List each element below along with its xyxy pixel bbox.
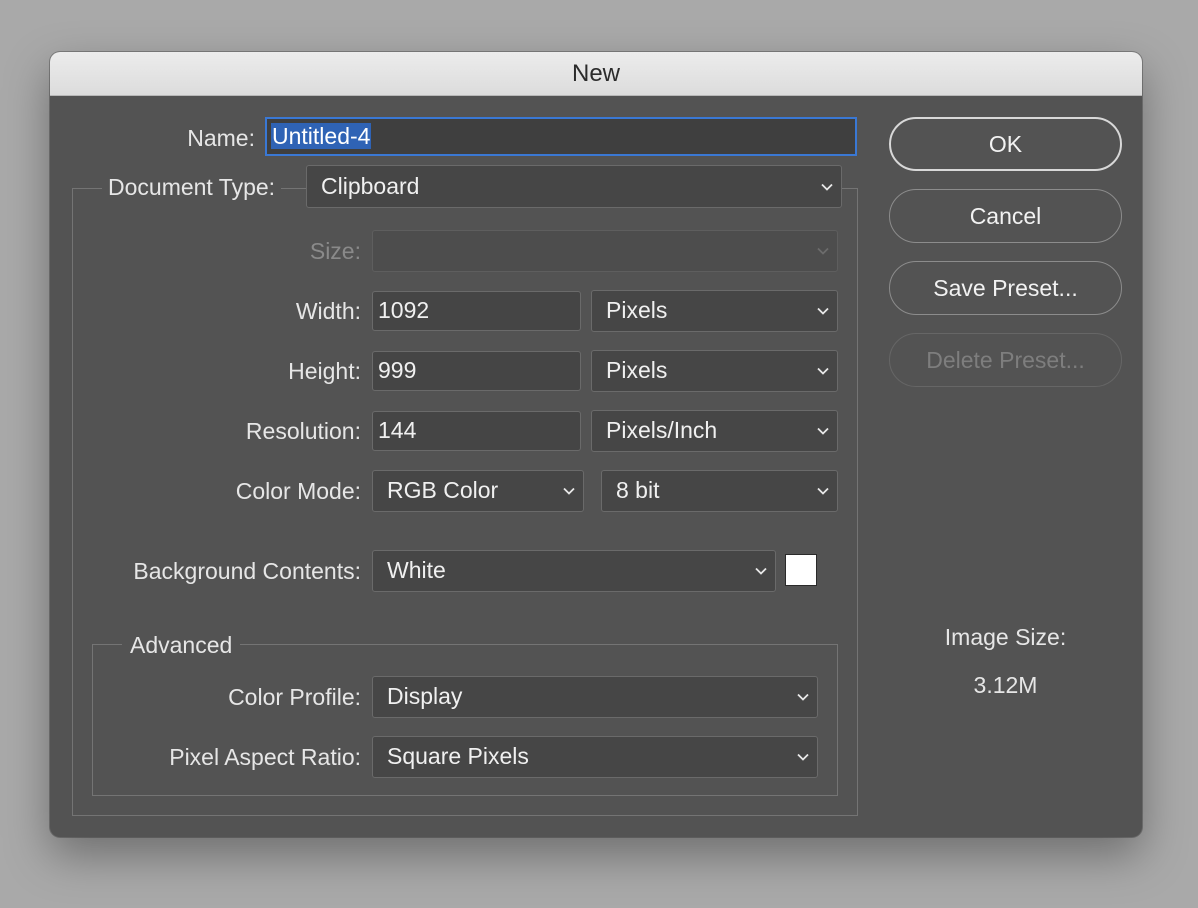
height-unit-value: Pixels [606, 357, 668, 383]
chevron-down-icon [795, 689, 811, 705]
chevron-down-icon [815, 483, 831, 499]
resolution-input[interactable]: 144 [372, 411, 581, 451]
ok-button[interactable]: OK [889, 117, 1122, 171]
bit-depth-select[interactable]: 8 bit [601, 470, 838, 512]
size-select [372, 230, 838, 272]
chevron-down-icon [815, 363, 831, 379]
width-label: Width: [295, 298, 361, 324]
color-mode-label: Color Mode: [235, 478, 361, 504]
background-contents-value: White [387, 557, 446, 583]
name-label: Name: [187, 125, 255, 151]
chevron-down-icon [815, 243, 831, 259]
advanced-title: Advanced [122, 630, 241, 660]
color-profile-label: Color Profile: [228, 684, 361, 710]
chevron-down-icon [819, 179, 835, 195]
bit-depth-value: 8 bit [616, 477, 660, 503]
color-mode-select[interactable]: RGB Color [372, 470, 584, 512]
document-type-select[interactable]: Clipboard [306, 165, 842, 208]
image-size-label: Image Size: [944, 624, 1067, 650]
save-preset-button[interactable]: Save Preset... [889, 261, 1122, 315]
width-unit-select[interactable]: Pixels [591, 290, 838, 332]
chevron-down-icon [815, 423, 831, 439]
pixel-aspect-ratio-select[interactable]: Square Pixels [372, 736, 818, 778]
resolution-label: Resolution: [245, 418, 361, 444]
height-input[interactable]: 999 [372, 351, 581, 391]
chevron-down-icon [561, 483, 577, 499]
color-profile-select[interactable]: Display [372, 676, 818, 718]
color-profile-value: Display [387, 683, 463, 709]
document-type-value: Clipboard [321, 173, 420, 199]
height-unit-select[interactable]: Pixels [591, 350, 838, 392]
resolution-unit-value: Pixels/Inch [606, 417, 718, 443]
pixel-aspect-ratio-value: Square Pixels [387, 743, 529, 769]
pixel-aspect-ratio-label: Pixel Aspect Ratio: [169, 744, 361, 770]
chevron-down-icon [795, 749, 811, 765]
background-color-swatch[interactable] [785, 554, 817, 586]
background-contents-select[interactable]: White [372, 550, 776, 592]
chevron-down-icon [815, 303, 831, 319]
resolution-unit-select[interactable]: Pixels/Inch [591, 410, 838, 452]
size-label: Size: [309, 238, 361, 264]
name-input[interactable]: Untitled-4 [265, 117, 857, 156]
dialog-title: New [50, 52, 1142, 96]
name-input-value: Untitled-4 [271, 123, 372, 149]
delete-preset-button: Delete Preset... [889, 333, 1122, 387]
width-input[interactable]: 1092 [372, 291, 581, 331]
chevron-down-icon [753, 563, 769, 579]
color-mode-value: RGB Color [387, 477, 499, 503]
width-unit-value: Pixels [606, 297, 668, 323]
height-label: Height: [288, 358, 361, 384]
new-document-dialog: New Name: Untitled-4 Document Type: Clip… [50, 52, 1142, 837]
cancel-button[interactable]: Cancel [889, 189, 1122, 243]
background-contents-label: Background Contents: [133, 558, 361, 584]
image-size-value: 3.12M [973, 672, 1038, 698]
document-type-label: Document Type: [102, 172, 282, 202]
